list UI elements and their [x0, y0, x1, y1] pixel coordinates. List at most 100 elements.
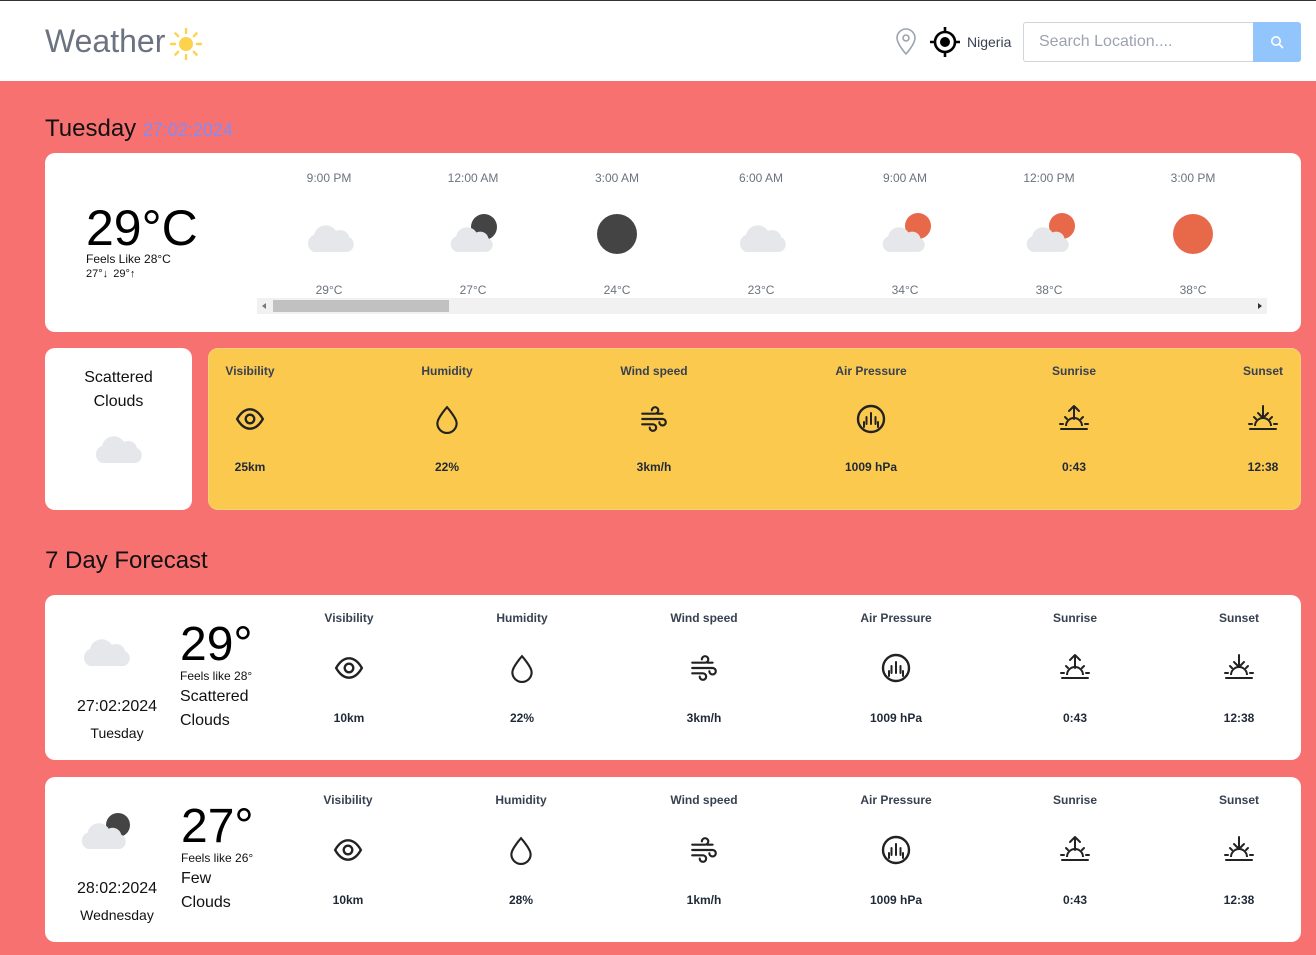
sunrise-icon: [1060, 836, 1090, 861]
location-pin-icon[interactable]: [894, 28, 918, 56]
hour-time: 9:00 AM: [882, 171, 928, 185]
forecast-day: Wednesday: [80, 907, 154, 923]
metric-value: 10km: [333, 711, 365, 725]
metric-label: Humidity: [496, 611, 548, 625]
metric-value: 12:38: [1247, 460, 1279, 474]
droplet-icon: [511, 655, 533, 683]
metric-value: 22%: [434, 460, 460, 474]
metric-value: 10km: [332, 893, 364, 907]
cloud-moon-icon: [450, 214, 497, 252]
weather-description-card: Scattered Clouds: [45, 348, 192, 510]
wind-icon: [641, 406, 667, 432]
gauge-icon: [856, 404, 886, 434]
sunset-icon: [1224, 654, 1254, 679]
metric-label: Sunset: [1218, 611, 1259, 625]
metric-label: Wind speed: [670, 793, 738, 807]
air-pressure-metric: Air Pressure 1009 hPa: [811, 364, 931, 474]
forecast-day-card[interactable]: 27:02:2024 Tuesday 29° Feels like 28° Sc…: [45, 595, 1301, 760]
metric-label: Wind speed: [620, 364, 688, 378]
hourly-item: 9:00 AM 34°C: [833, 153, 977, 303]
forecast-temp: 29°: [180, 618, 253, 671]
forecast-feels-like: Feels like 28°: [180, 669, 253, 683]
description-line: Clouds: [180, 712, 230, 729]
hour-time: 3:00 AM: [594, 171, 640, 185]
forecast-date: 27:02:2024: [76, 698, 158, 715]
hourly-item: 6:00 AM 23°C: [689, 153, 833, 303]
today-highlights-card: Visibility 25km Humidity 22% Wind speed …: [208, 348, 1301, 510]
cloud-icon: [95, 436, 142, 463]
description-line: Scattered: [84, 369, 153, 386]
search-icon: [1271, 36, 1284, 49]
hour-time: 12:00 PM: [1023, 171, 1075, 185]
sunrise-metric: Sunrise 0:43: [1015, 611, 1135, 725]
today-heading: Tuesday 27:02:2024: [45, 115, 233, 143]
metric-value: 3km/h: [686, 711, 722, 725]
search-input[interactable]: [1023, 22, 1253, 62]
max-temp: 29°: [113, 268, 130, 280]
hourly-scrollbar[interactable]: [257, 298, 1267, 314]
hour-temp: 38°C: [1035, 283, 1063, 297]
hour-temp: 24°C: [603, 283, 631, 297]
metric-label: Air Pressure: [860, 793, 932, 807]
metric-label: Visibility: [324, 611, 374, 625]
metric-label: Sunrise: [1052, 793, 1097, 807]
sunrise-metric: Sunrise 0:43: [1014, 364, 1134, 474]
forecast-day-card[interactable]: 28:02:2024 Wednesday 27° Feels like 26° …: [45, 777, 1301, 942]
hour-temp: 29°C: [315, 283, 343, 297]
min-temp: 27°: [86, 268, 103, 280]
cloud-icon: [307, 225, 354, 252]
hourly-forecast[interactable]: 9:00 PM 29°C 12:00 AM 27°C 3:00 AM 24°C …: [257, 153, 1267, 313]
visibility-metric: Visibility 10km: [289, 611, 409, 725]
wind-icon: [691, 837, 717, 863]
forecast-day: Tuesday: [90, 725, 144, 741]
metric-label: Visibility: [323, 793, 373, 807]
metric-label: Humidity: [495, 793, 547, 807]
hourly-item: 12:00 PM 38°C: [977, 153, 1121, 303]
gauge-icon: [881, 653, 911, 683]
current-weather-card: 29°C Feels Like 28°C 27°↓ 29°↑ 9:00 PM 2…: [45, 153, 1301, 332]
scroll-thumb[interactable]: [273, 300, 449, 312]
app-header: Weather Nigeria: [0, 1, 1316, 81]
humidity-metric: Humidity 28%: [461, 793, 581, 907]
scroll-left-arrow-icon[interactable]: [262, 303, 266, 309]
metric-value: 25km: [234, 460, 266, 474]
sun-icon: [1173, 214, 1213, 254]
description-line: Clouds: [181, 894, 231, 911]
current-location-icon[interactable]: [929, 26, 961, 58]
gauge-icon: [881, 835, 911, 865]
forecast-description: Scattered Clouds: [180, 685, 280, 733]
temperature-range: 27°↓ 29°↑: [86, 268, 135, 280]
forecast-heading: 7 Day Forecast: [45, 547, 208, 574]
metric-label: Visibility: [225, 364, 275, 378]
current-temperature: 29°C: [86, 200, 198, 256]
metric-label: Sunset: [1218, 793, 1259, 807]
hour-temp: 38°C: [1179, 283, 1207, 297]
wind-speed-metric: Wind speed 3km/h: [594, 364, 714, 474]
sunset-metric: Sunset 12:38: [1179, 793, 1299, 907]
scroll-right-arrow-icon[interactable]: [1258, 303, 1262, 309]
today-day: Tuesday: [45, 115, 137, 142]
wind-speed-metric: Wind speed 3km/h: [644, 611, 764, 725]
metric-value: 28%: [508, 893, 534, 907]
search-button[interactable]: [1253, 22, 1301, 62]
sunrise-icon: [1059, 405, 1089, 430]
hourly-item: 3:00 PM 38°C: [1121, 153, 1265, 303]
forecast-feels-like: Feels like 26°: [181, 851, 254, 865]
hour-time: 3:00 PM: [1170, 171, 1216, 185]
metric-value: 12:38: [1223, 893, 1255, 907]
visibility-metric: Visibility 25km: [190, 364, 310, 474]
air-pressure-metric: Air Pressure 1009 hPa: [836, 793, 956, 907]
weather-description: Scattered Clouds: [45, 366, 192, 414]
metric-value: 1km/h: [686, 893, 722, 907]
eye-icon: [235, 408, 265, 430]
cloud-sun-icon: [1026, 213, 1075, 252]
description-line: Few: [181, 870, 212, 887]
hour-time: 12:00 AM: [447, 171, 499, 185]
metric-label: Air Pressure: [860, 611, 932, 625]
metric-value: 0:43: [1062, 893, 1088, 907]
wind-icon: [691, 655, 717, 681]
hour-temp: 27°C: [459, 283, 487, 297]
air-pressure-metric: Air Pressure 1009 hPa: [836, 611, 956, 725]
metric-value: 1009 hPa: [869, 893, 923, 907]
forecast-temp: 27°: [181, 800, 254, 853]
